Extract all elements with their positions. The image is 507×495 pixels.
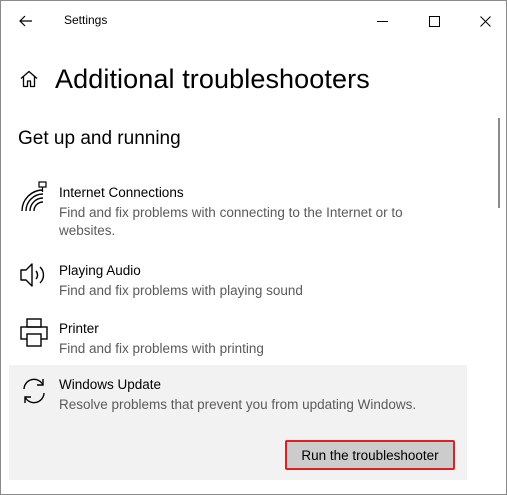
troubleshooter-name: Printer xyxy=(59,321,99,336)
maximize-button[interactable] xyxy=(411,1,457,41)
minimize-icon xyxy=(376,20,388,22)
scrollbar[interactable] xyxy=(498,118,500,208)
troubleshooter-name: Windows Update xyxy=(59,377,162,392)
section-heading: Get up and running xyxy=(18,128,181,149)
troubleshooter-description: Find and fix problems with connecting to… xyxy=(59,205,403,238)
maximize-icon xyxy=(428,15,440,27)
troubleshooter-name: Internet Connections xyxy=(59,185,184,200)
run-troubleshooter-button[interactable]: Run the troubleshooter xyxy=(285,440,455,470)
wifi-signal-icon xyxy=(19,181,49,213)
troubleshooter-description: Resolve problems that prevent you from u… xyxy=(59,397,417,412)
speaker-icon xyxy=(19,259,49,291)
troubleshooter-description: Find and fix problems with playing sound xyxy=(59,283,303,298)
troubleshooter-description: Find and fix problems with printing xyxy=(59,341,264,356)
page-title: Additional troubleshooters xyxy=(55,63,370,94)
settings-window: Settings Additional troubleshooters Get … xyxy=(0,0,507,495)
close-button[interactable] xyxy=(462,1,506,41)
window-title: Settings xyxy=(64,13,108,27)
home-icon[interactable] xyxy=(19,68,41,90)
title-bar: Settings xyxy=(1,1,506,41)
troubleshooter-name: Playing Audio xyxy=(59,263,141,278)
printer-icon xyxy=(19,317,49,349)
close-icon xyxy=(479,15,491,27)
troubleshooter-printer[interactable]: Printer Find and fix problems with print… xyxy=(9,317,467,357)
sync-icon xyxy=(19,375,49,407)
troubleshooter-windows-update[interactable]: Windows Update Resolve problems that pre… xyxy=(9,365,467,480)
back-arrow-icon xyxy=(19,15,32,27)
troubleshooter-playing-audio[interactable]: Playing Audio Find and fix problems with… xyxy=(9,259,467,299)
back-button[interactable] xyxy=(13,9,39,33)
minimize-button[interactable] xyxy=(359,1,405,41)
page-header: Additional troubleshooters xyxy=(19,59,370,99)
troubleshooter-internet-connections[interactable]: Internet Connections Find and fix proble… xyxy=(9,181,467,241)
